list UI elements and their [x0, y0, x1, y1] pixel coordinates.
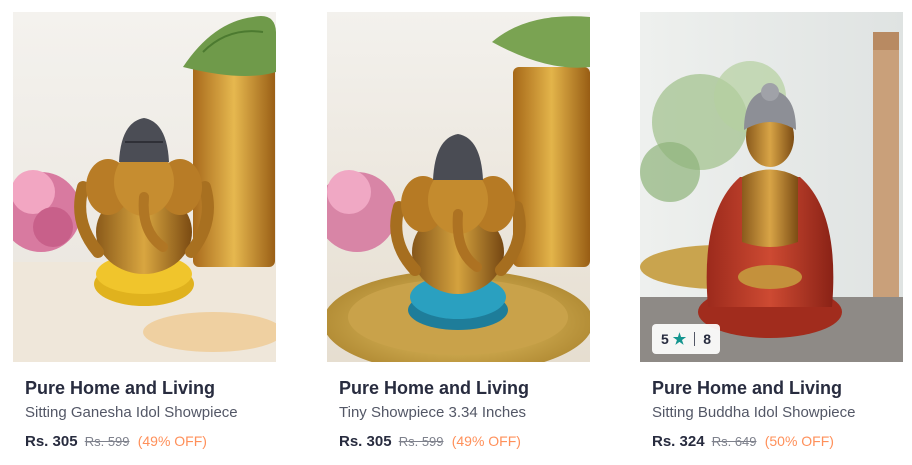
star-icon: ★ [672, 330, 687, 348]
rating-badge: 5 ★ 8 [652, 324, 721, 354]
product-title: Tiny Showpiece 3.34 Inches [339, 404, 527, 421]
product-card[interactable]: Pure Home and Living Tiny Showpiece 3.34… [327, 12, 590, 462]
product-image-ganesha-blue[interactable] [327, 12, 590, 362]
price-row: Rs. 324 Rs. 649 (50% OFF) [652, 432, 891, 451]
product-image-buddha-red[interactable]: 5 ★ 8 [640, 12, 903, 362]
product-grid: Pure Home and Living Sitting Ganesha Ido… [0, 0, 912, 465]
product-title: Sitting Ganesha Idol Showpiece [25, 404, 238, 421]
rating-divider [694, 332, 696, 346]
product-discount: (50% OFF) [764, 433, 834, 449]
rating-value: 5 [661, 331, 669, 347]
price-row: Rs. 305 Rs. 599 (49% OFF) [25, 432, 264, 451]
rating-count: 8 [703, 331, 712, 347]
product-discount: (49% OFF) [451, 433, 521, 449]
product-image-ganesha-yellow[interactable] [13, 12, 276, 362]
product-brand: Pure Home and Living [339, 378, 530, 398]
product-price: Rs. 305 [25, 433, 78, 450]
product-price: Rs. 324 [652, 433, 705, 450]
product-mrp: Rs. 599 [398, 434, 444, 449]
product-brand: Pure Home and Living [25, 378, 216, 398]
product-brand: Pure Home and Living [652, 378, 843, 398]
product-mrp: Rs. 599 [84, 434, 130, 449]
product-discount: (49% OFF) [137, 433, 207, 449]
product-card[interactable]: 5 ★ 8 Pure Home and Living Sitting Buddh… [640, 12, 903, 462]
product-mrp: Rs. 649 [711, 434, 757, 449]
product-price: Rs. 305 [339, 433, 392, 450]
product-card[interactable]: Pure Home and Living Sitting Ganesha Ido… [13, 12, 276, 462]
price-row: Rs. 305 Rs. 599 (49% OFF) [339, 432, 578, 451]
product-title: Sitting Buddha Idol Showpiece [652, 404, 856, 421]
